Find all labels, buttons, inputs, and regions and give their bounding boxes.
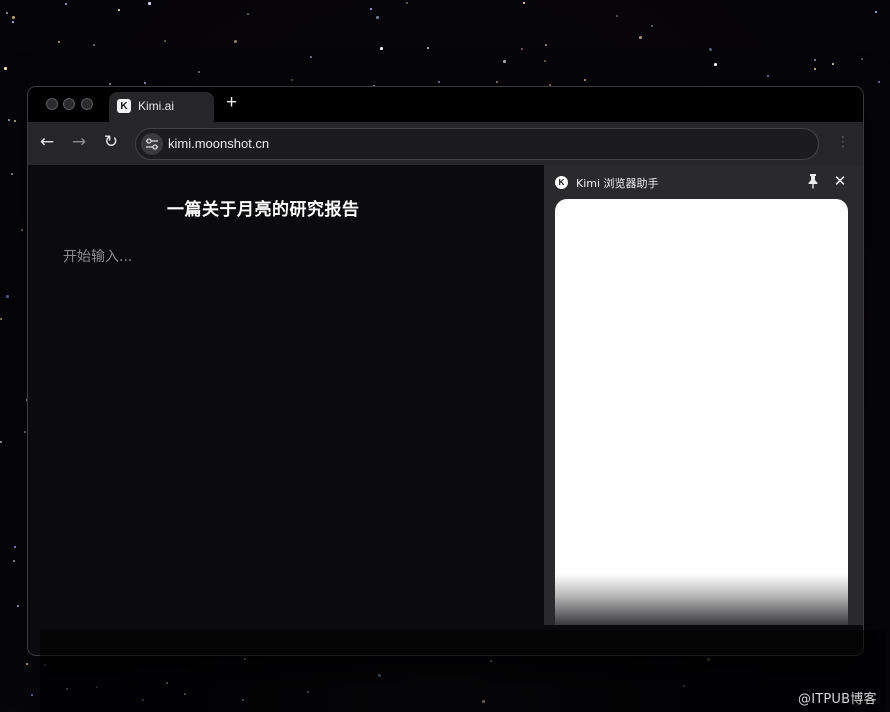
minimize-window-icon[interactable] bbox=[63, 98, 75, 110]
star bbox=[503, 60, 506, 63]
foreground-silhouette bbox=[40, 630, 885, 712]
kimi-favicon-icon: K bbox=[117, 99, 131, 113]
star bbox=[380, 47, 383, 50]
side-panel-title: Kimi 浏览器助手 bbox=[576, 177, 659, 190]
star bbox=[521, 48, 523, 50]
star bbox=[14, 120, 16, 122]
zoom-window-icon[interactable] bbox=[81, 98, 93, 110]
star bbox=[14, 546, 16, 548]
browser-toolbar: ← → ↻ kimi.moonshot.cn ⋮ bbox=[28, 122, 863, 165]
star bbox=[6, 12, 8, 14]
star bbox=[58, 41, 60, 43]
site-settings-icon[interactable] bbox=[141, 133, 163, 155]
pin-icon[interactable] bbox=[806, 173, 820, 189]
star bbox=[164, 40, 166, 42]
star bbox=[8, 119, 10, 121]
star bbox=[616, 15, 618, 17]
star bbox=[291, 79, 293, 81]
star bbox=[31, 694, 33, 696]
forward-button[interactable]: → bbox=[69, 132, 89, 152]
star bbox=[406, 2, 408, 4]
tune-icon bbox=[146, 138, 158, 150]
star bbox=[523, 2, 525, 4]
star bbox=[545, 44, 547, 46]
star bbox=[832, 63, 834, 65]
document-body-input[interactable]: 开始输入... bbox=[63, 246, 132, 266]
back-button[interactable]: ← bbox=[37, 132, 57, 152]
tab-kimi[interactable]: K Kimi.ai bbox=[109, 92, 214, 122]
star bbox=[26, 663, 28, 665]
star bbox=[247, 13, 249, 15]
star bbox=[144, 82, 146, 84]
watermark: @ITPUB博客 bbox=[798, 692, 877, 707]
star bbox=[13, 560, 15, 562]
star bbox=[709, 48, 712, 51]
star bbox=[11, 173, 13, 175]
star bbox=[4, 67, 7, 70]
browser-menu-button[interactable]: ⋮ bbox=[836, 132, 850, 152]
close-side-panel-button[interactable]: ✕ bbox=[833, 172, 847, 190]
page-content: 一篇关于月亮的研究报告 开始输入... bbox=[28, 165, 544, 655]
star bbox=[21, 229, 23, 231]
new-tab-button[interactable]: + bbox=[226, 93, 237, 112]
star bbox=[0, 441, 2, 443]
star bbox=[17, 605, 19, 607]
star bbox=[714, 63, 717, 66]
document-title[interactable]: 一篇关于月亮的研究报告 bbox=[167, 195, 360, 220]
star bbox=[310, 56, 312, 58]
star bbox=[651, 25, 653, 27]
star bbox=[0, 318, 2, 320]
star bbox=[544, 60, 546, 62]
star bbox=[861, 58, 863, 60]
tab-strip: K Kimi.ai + bbox=[28, 87, 863, 122]
star bbox=[767, 75, 769, 77]
reload-button[interactable]: ↻ bbox=[101, 132, 121, 152]
star bbox=[198, 71, 200, 73]
star bbox=[639, 36, 642, 39]
star bbox=[427, 47, 429, 49]
star bbox=[376, 16, 379, 19]
url-text[interactable]: kimi.moonshot.cn bbox=[168, 136, 269, 151]
star bbox=[12, 21, 14, 23]
star bbox=[118, 9, 120, 11]
address-bar[interactable]: kimi.moonshot.cn bbox=[135, 128, 819, 160]
tab-title: Kimi.ai bbox=[138, 99, 175, 113]
close-window-icon[interactable] bbox=[46, 98, 58, 110]
star bbox=[584, 79, 586, 81]
star bbox=[370, 8, 372, 10]
star bbox=[878, 81, 880, 83]
star bbox=[12, 16, 15, 19]
star bbox=[234, 40, 237, 43]
star bbox=[6, 295, 9, 298]
star bbox=[93, 44, 95, 46]
star bbox=[109, 83, 111, 85]
browser-window: K Kimi.ai + ← → ↻ kimi.moonshot.cn ⋮ 一篇关… bbox=[27, 86, 864, 656]
star bbox=[496, 81, 498, 83]
kimi-side-panel: K Kimi 浏览器助手 ✕ bbox=[544, 165, 863, 625]
star bbox=[438, 81, 440, 83]
star bbox=[148, 2, 151, 5]
star bbox=[875, 11, 877, 13]
star bbox=[65, 3, 67, 5]
star bbox=[24, 431, 26, 433]
star bbox=[814, 68, 816, 70]
kimi-logo-icon: K bbox=[555, 176, 568, 189]
assistant-content-frame[interactable] bbox=[555, 199, 848, 625]
star bbox=[814, 59, 816, 61]
